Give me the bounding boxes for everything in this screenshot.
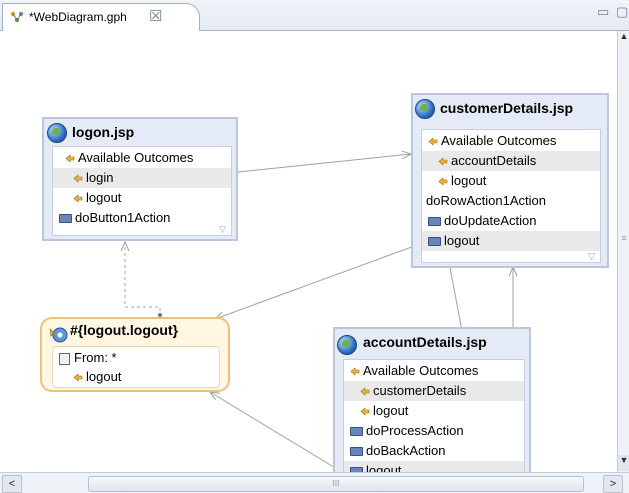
action-gear-icon [49, 327, 68, 343]
list-item[interactable]: accountDetails [422, 151, 600, 171]
jsp-page-icon [337, 335, 357, 355]
outcome-icon [65, 154, 75, 163]
list-item: From: * [53, 348, 219, 368]
node-title: accountDetails.jsp [363, 334, 487, 350]
list-header: Available Outcomes [422, 131, 600, 151]
minimize-icon[interactable]: ▭ [597, 4, 609, 20]
action-icon [350, 427, 363, 437]
action-icon [428, 237, 441, 247]
list-header: Available Outcomes [344, 361, 524, 381]
action-icon [428, 217, 441, 227]
scroll-up-icon[interactable]: ▲ [618, 31, 629, 45]
list-item[interactable]: doProcessAction [344, 421, 524, 441]
chevron-down-icon[interactable]: ▽ [219, 224, 226, 235]
outcome-icon [360, 407, 370, 416]
scroll-left-icon[interactable]: < [2, 475, 22, 493]
close-icon[interactable]: ☒ [149, 7, 162, 25]
editor-tab-bar: *WebDiagram.gph ☒ ▭ ▢ [0, 0, 629, 31]
link-logout-to-logoutaction[interactable] [215, 240, 429, 319]
list-item[interactable]: login [53, 168, 231, 188]
scroll-thumb[interactable]: III [88, 476, 584, 492]
link-accountdetails-logout-to-logoutaction[interactable] [210, 392, 338, 470]
list-header: Available Outcomes [65, 148, 231, 168]
outcomes-list: Available Outcomes login logout doButton… [52, 146, 232, 236]
vertical-scrollbar[interactable]: ▲ ≡ ▼ [617, 31, 629, 472]
node-title: #{logout.logout} [70, 322, 179, 338]
list-item[interactable]: doUpdateAction [422, 211, 600, 231]
outcome-icon [350, 367, 360, 376]
jsp-page-icon [47, 123, 67, 143]
outcome-icon [438, 177, 448, 186]
list-item[interactable]: logout [422, 231, 600, 251]
link-login-to-customerdetails[interactable] [218, 154, 411, 175]
diagram-canvas[interactable]: logon.jsp Available Outcomes login logou… [0, 31, 617, 472]
list-item[interactable]: logout [344, 461, 524, 472]
list-item[interactable]: logout [344, 401, 524, 421]
outcomes-list: Available Outcomes customerDetails logou… [343, 359, 525, 472]
node-customerdetails-jsp[interactable]: customerDetails.jsp Available Outcomes a… [411, 93, 609, 268]
from-icon [59, 352, 70, 365]
outcome-icon [428, 137, 438, 146]
tab-webdiagram[interactable]: *WebDiagram.gph ☒ [2, 3, 200, 31]
list-item[interactable]: logout [422, 171, 600, 191]
action-icon [350, 447, 363, 457]
list-item[interactable]: doRowAction1Action [422, 191, 600, 211]
list-item[interactable]: logout [53, 367, 219, 387]
outcome-icon [438, 157, 448, 166]
outcome-icon [73, 174, 83, 183]
diagram-file-icon [10, 11, 24, 23]
scroll-right-icon[interactable]: > [603, 475, 623, 493]
maximize-icon[interactable]: ▢ [616, 4, 628, 20]
scroll-grip-icon[interactable]: ≡ [619, 233, 629, 247]
scroll-down-icon[interactable]: ▼ [618, 455, 629, 471]
chevron-down-icon[interactable]: ▽ [588, 251, 595, 262]
outcome-icon [73, 373, 83, 382]
link-logoutaction-to-logon[interactable] [125, 242, 161, 317]
jsp-page-icon [415, 99, 435, 119]
list-item[interactable]: customerDetails [344, 381, 524, 401]
node-logout-action[interactable]: #{logout.logout} From: * logout [40, 317, 230, 392]
node-title: customerDetails.jsp [440, 100, 574, 116]
outcome-icon [73, 194, 83, 203]
node-accountdetails-jsp[interactable]: accountDetails.jsp Available Outcomes cu… [333, 327, 531, 472]
action-icon [59, 214, 72, 224]
list-item[interactable]: doButton1Action [53, 208, 231, 228]
tab-title: *WebDiagram.gph [29, 10, 127, 24]
outcome-icon [360, 387, 370, 396]
list-item[interactable]: logout [53, 188, 231, 208]
node-header: logon.jsp [44, 119, 236, 149]
node-header: accountDetails.jsp [335, 329, 529, 359]
list-item[interactable]: doBackAction [344, 441, 524, 461]
node-logon-jsp[interactable]: logon.jsp Available Outcomes login logou… [42, 117, 238, 241]
outcomes-list: Available Outcomes accountDetails logout… [421, 129, 601, 263]
horizontal-scrollbar[interactable]: < III > [0, 472, 629, 493]
node-title: logon.jsp [72, 124, 135, 140]
outcomes-list: From: * logout [52, 346, 220, 388]
node-header: customerDetails.jsp [413, 95, 607, 125]
